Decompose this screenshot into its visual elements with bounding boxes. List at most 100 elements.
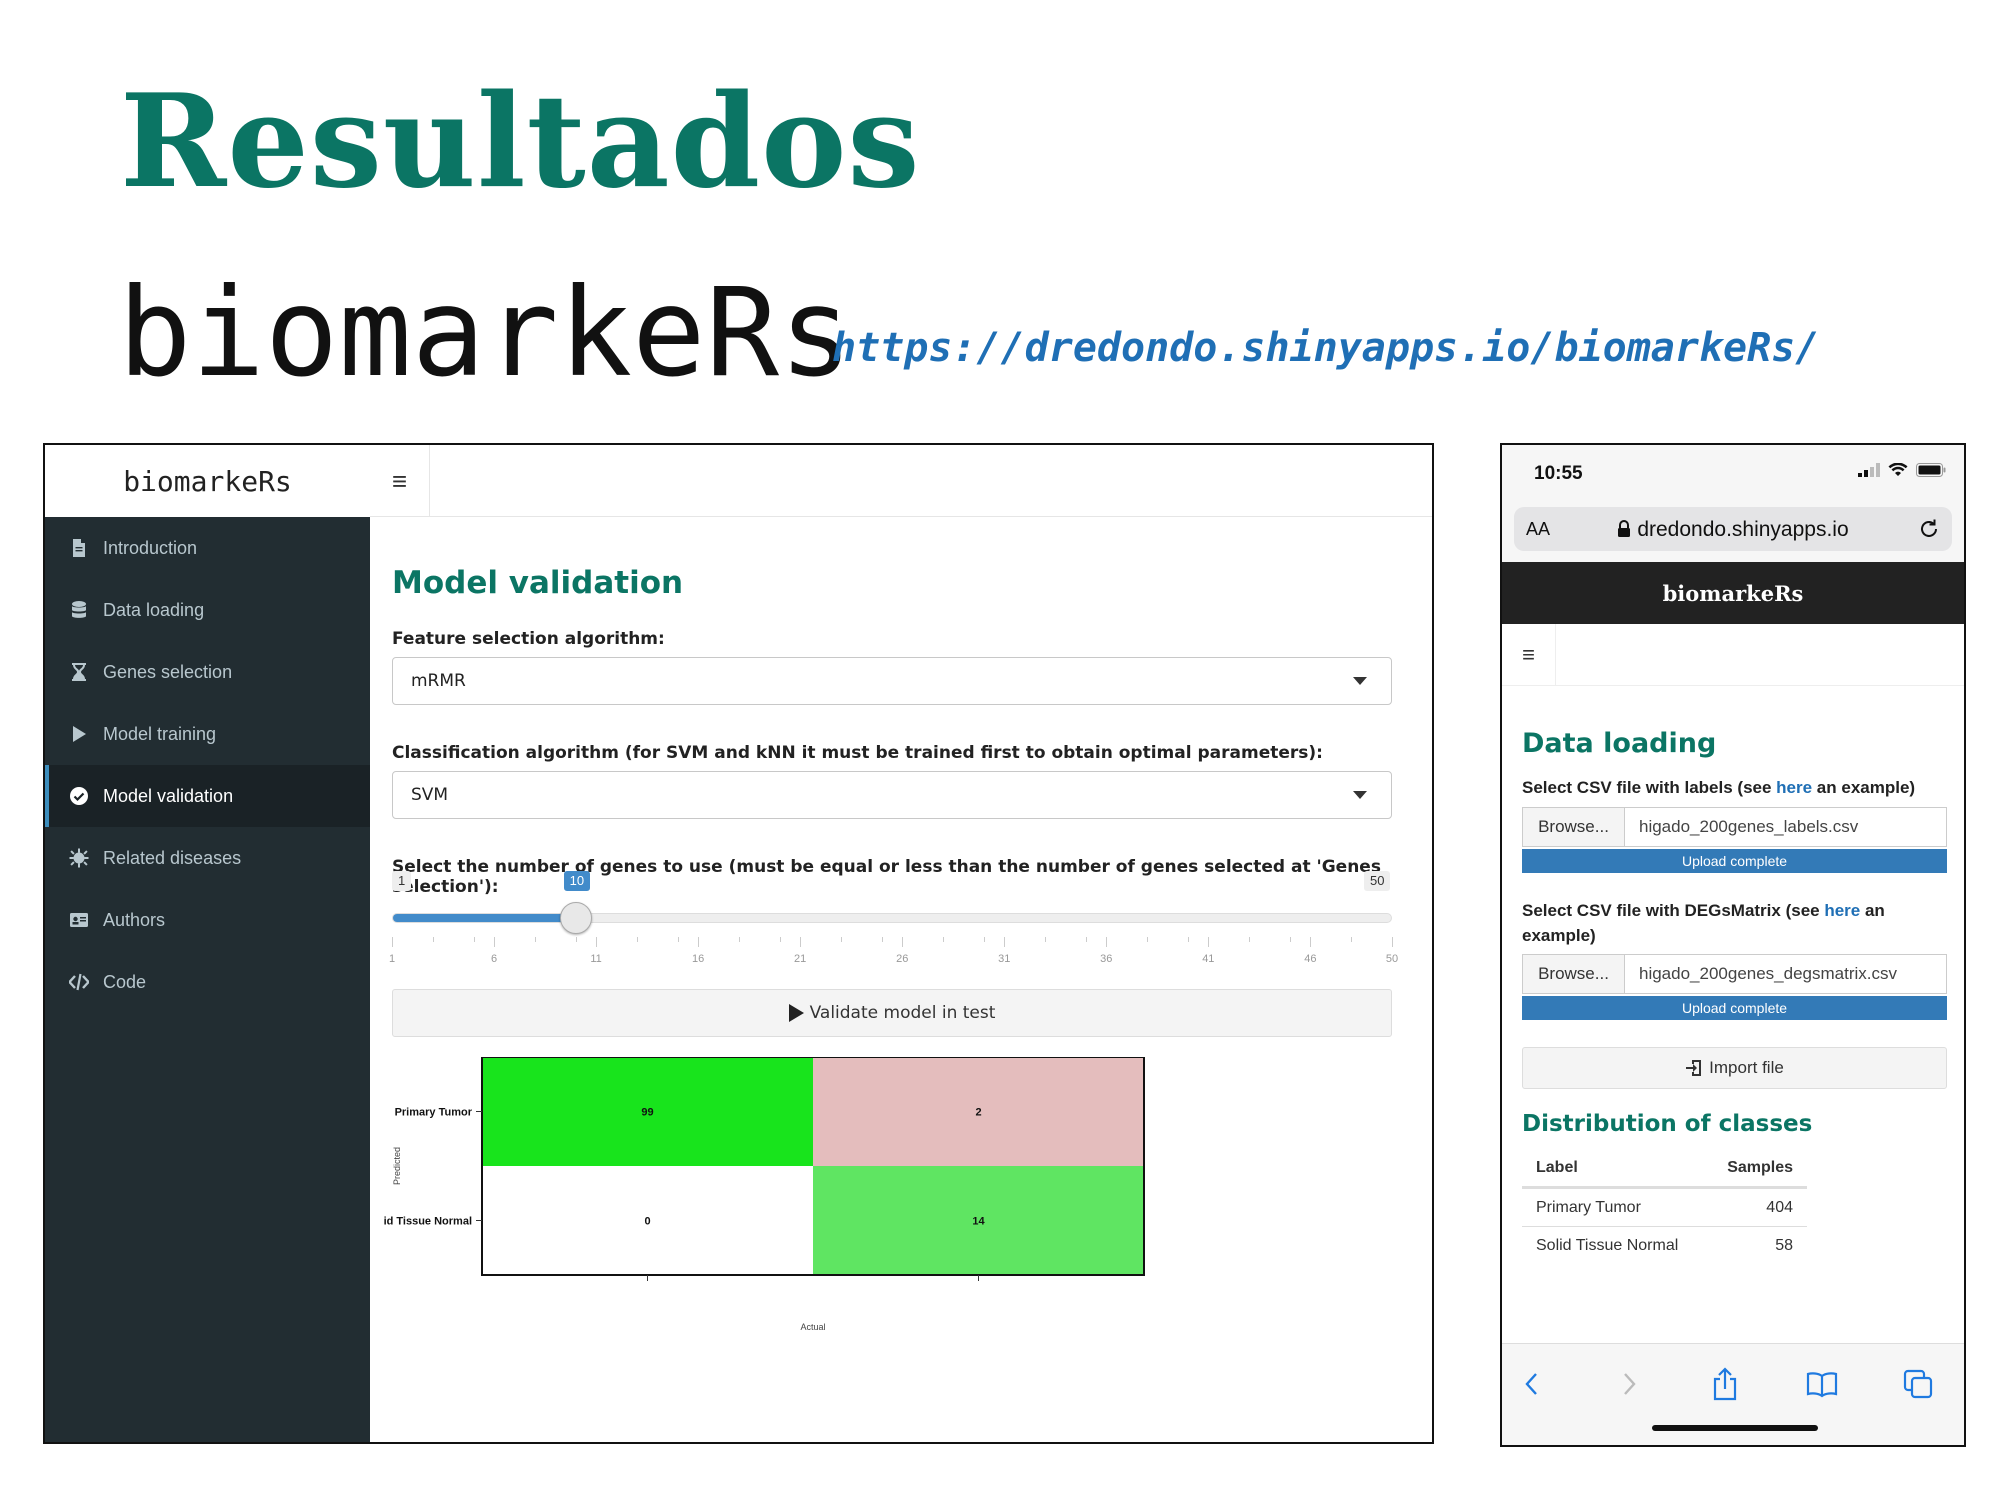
slider-tick-label: 1 bbox=[388, 953, 396, 965]
slider-tick bbox=[1310, 937, 1312, 947]
slider-tick bbox=[902, 937, 904, 947]
slider-tick-label: 21 bbox=[794, 953, 807, 965]
code-icon bbox=[69, 972, 103, 992]
slider-tick bbox=[1045, 937, 1047, 942]
slider-tick bbox=[432, 937, 434, 942]
slider-tick bbox=[1289, 937, 1291, 942]
table-row: Primary Tumor 404 bbox=[1522, 1188, 1807, 1226]
table-header-label: Label bbox=[1536, 1159, 1578, 1176]
slider-tick bbox=[575, 937, 577, 942]
sidebar-item-label: Genes selection bbox=[103, 661, 233, 682]
matrix-cell-value: 14 bbox=[972, 1216, 985, 1228]
sidebar-item-code[interactable]: Code bbox=[45, 951, 370, 1013]
slider-min-label: 1 bbox=[392, 871, 412, 891]
labels-file-input[interactable]: Browse... higado_200genes_labels.csv bbox=[1522, 807, 1947, 847]
play-icon bbox=[788, 1004, 804, 1022]
slider-tick bbox=[1004, 937, 1006, 947]
status-icons bbox=[1858, 463, 1946, 477]
sidebar-item-label: Code bbox=[103, 971, 147, 992]
validate-button-label: Validate model in test bbox=[809, 1003, 996, 1023]
sidebar-item-label: Introduction bbox=[103, 537, 198, 558]
address-url: dredondo.shinyapps.io bbox=[1514, 518, 1952, 542]
table-header: Label Samples bbox=[1522, 1150, 1807, 1188]
table-header-samples: Samples bbox=[1727, 1159, 1793, 1176]
slider-tick bbox=[1106, 937, 1108, 947]
labels-example-link[interactable]: here bbox=[1776, 778, 1812, 797]
slider-tick-label: 16 bbox=[691, 953, 705, 965]
slider-tick bbox=[840, 937, 842, 942]
labels-suffix-text: an example) bbox=[1812, 778, 1916, 797]
sidebar-item-related-diseases[interactable]: Related diseases bbox=[45, 827, 370, 889]
table-cell: 58 bbox=[1775, 1236, 1793, 1254]
back-icon[interactable] bbox=[1512, 1364, 1552, 1404]
confusion-matrix-plot: 99 2 0 14 Primary Tumor id Tissue Normal Predi… bbox=[384, 1057, 1145, 1332]
sidebar-item-model-training[interactable]: Model training bbox=[45, 703, 370, 765]
menu-toggle-icon[interactable]: ≡ bbox=[1502, 624, 1556, 686]
sidebar-item-authors[interactable]: Authors bbox=[45, 889, 370, 951]
sidebar-item-data-loading[interactable]: Data loading bbox=[45, 579, 370, 641]
share-icon[interactable] bbox=[1705, 1364, 1745, 1404]
bookmarks-icon[interactable] bbox=[1802, 1364, 1842, 1404]
slider-handle[interactable] bbox=[560, 902, 593, 934]
forward-icon[interactable] bbox=[1609, 1364, 1649, 1404]
feature-selection-label: Feature selection algorithm: bbox=[392, 629, 665, 649]
check-circle-icon bbox=[69, 786, 103, 806]
validate-model-button[interactable]: Validate model in test bbox=[392, 989, 1392, 1037]
main-content: Model validation Feature selection algor… bbox=[370, 517, 1432, 1442]
import-file-button[interactable]: Import file bbox=[1522, 1047, 1947, 1089]
select-value: mRMR bbox=[411, 671, 466, 691]
slider-tick-label: 31 bbox=[998, 953, 1011, 965]
sidebar-item-genes-selection[interactable]: Genes selection bbox=[45, 641, 370, 703]
home-indicator bbox=[1652, 1425, 1818, 1431]
sidebar-item-introduction[interactable]: Introduction bbox=[45, 517, 370, 579]
slider-tick bbox=[1085, 937, 1087, 942]
status-time: 10:55 bbox=[1534, 463, 1583, 484]
labels-prompt-text: Select CSV file with labels (see bbox=[1522, 778, 1777, 797]
lock-icon bbox=[1618, 520, 1631, 537]
phone-app-brand[interactable]: biomarkeRs bbox=[1502, 562, 1964, 624]
degs-file-input[interactable]: Browse... higado_200genes_degsmatrix.csv bbox=[1522, 954, 1947, 994]
sidebar-item-label: Model training bbox=[103, 723, 217, 744]
address-bar[interactable]: AA dredondo.shinyapps.io bbox=[1514, 507, 1952, 551]
feature-selection-select[interactable]: mRMR bbox=[392, 657, 1392, 705]
genes-number-label: Select the number of genes to use (must … bbox=[392, 857, 1381, 897]
slider-tick-label: 11 bbox=[590, 953, 602, 965]
slider-tick bbox=[800, 937, 802, 947]
slider-fill bbox=[393, 914, 577, 922]
slider-tick-label: 6 bbox=[490, 953, 498, 965]
sidebar-item-label: Data loading bbox=[103, 599, 205, 620]
slider-tick bbox=[1351, 937, 1353, 942]
phone-section-title: Data loading bbox=[1522, 728, 1717, 759]
slider-tick bbox=[392, 937, 393, 947]
slider-tick bbox=[1147, 937, 1149, 942]
menu-toggle-icon[interactable]: ≡ bbox=[370, 445, 430, 517]
matrix-cell-value: 2 bbox=[975, 1107, 981, 1119]
app-brand[interactable]: biomarkeRs bbox=[45, 445, 370, 517]
section-title: Model validation bbox=[392, 565, 684, 601]
x-axis-label: Actual bbox=[800, 1322, 825, 1332]
matrix-cell-value: 0 bbox=[644, 1216, 650, 1228]
slider-tick bbox=[779, 937, 781, 942]
slider-tick bbox=[636, 937, 638, 942]
app-url-link[interactable]: https://dredondo.shinyapps.io/biomarkeRs… bbox=[832, 328, 1819, 368]
browse-button[interactable]: Browse... bbox=[1523, 955, 1625, 993]
browse-button[interactable]: Browse... bbox=[1523, 808, 1625, 846]
address-url-text: dredondo.shinyapps.io bbox=[1637, 518, 1849, 541]
slider-max-label: 50 bbox=[1364, 871, 1391, 891]
slider-tick bbox=[738, 937, 740, 942]
degs-example-link[interactable]: here bbox=[1824, 901, 1860, 920]
hourglass-icon bbox=[69, 662, 103, 682]
reload-icon[interactable] bbox=[1916, 516, 1942, 542]
slider-tick bbox=[1392, 937, 1393, 947]
tabs-icon[interactable] bbox=[1898, 1364, 1938, 1404]
genes-slider[interactable] bbox=[392, 902, 1392, 934]
y-tick-label: id Tissue Normal bbox=[384, 1216, 472, 1228]
sidebar-item-model-validation[interactable]: Model validation bbox=[45, 765, 370, 827]
classification-label: Classification algorithm (for SVM and kN… bbox=[392, 743, 1323, 763]
distribution-title: Distribution of classes bbox=[1522, 1111, 1813, 1137]
id-card-icon bbox=[69, 910, 103, 930]
phone-screenshot: 10:55 AA dredondo.shinyapps.io biomarkeR… bbox=[1500, 443, 1966, 1447]
classification-select[interactable]: SVM bbox=[392, 771, 1392, 819]
app-name-heading: biomarkeRs bbox=[118, 262, 853, 404]
caret-down-icon bbox=[1353, 791, 1367, 799]
